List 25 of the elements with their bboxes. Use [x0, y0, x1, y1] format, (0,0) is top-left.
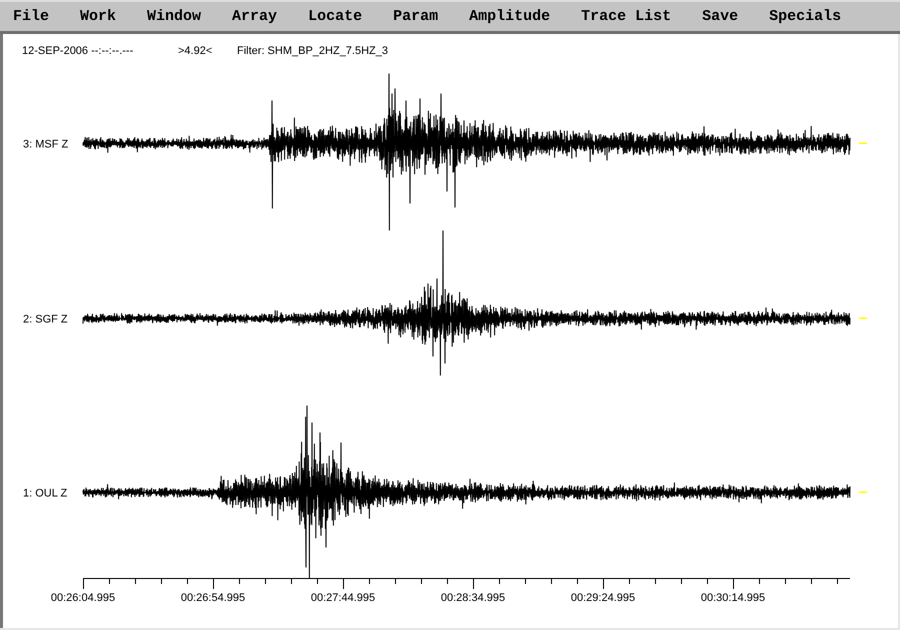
trace-marker-icon — [859, 492, 867, 493]
menu-item[interactable]: File — [7, 2, 56, 31]
time-tick-label: 00:29:24.995 — [570, 592, 636, 604]
scale-readout: >4.92< — [178, 45, 214, 57]
trace-marker-icon — [859, 318, 867, 319]
menu-item[interactable]: Array — [226, 2, 284, 31]
menu-item[interactable]: Window — [141, 2, 208, 31]
menu-item[interactable]: Specials — [763, 2, 848, 31]
menu-item[interactable]: Param — [387, 2, 444, 31]
time-tick-label: 00:28:34.995 — [440, 592, 506, 604]
time-tick-label: 00:26:54.995 — [180, 592, 246, 604]
trace-label: 1: OUL Z — [23, 488, 68, 500]
menu-item[interactable]: Trace List — [575, 2, 678, 31]
trace-label: 2: SGF Z — [23, 314, 68, 326]
menu-item[interactable]: Locate — [302, 2, 368, 31]
menu-item[interactable]: Work — [74, 2, 122, 31]
trace-marker-icon — [859, 142, 867, 144]
time-tick-label: 00:30:14.995 — [700, 592, 766, 604]
filter-label: Filter: SHM_BP_2HZ_7.5HZ_3 — [237, 45, 388, 57]
menu-item[interactable]: Amplitude — [463, 2, 556, 31]
time-tick-label: 00:26:04.995 — [50, 592, 116, 604]
trace-label: 3: MSF Z — [23, 138, 68, 150]
date-time-text: 12-SEP-2006 --:--:--.--- — [22, 45, 134, 57]
menu-item[interactable]: Save — [696, 2, 744, 31]
time-tick-label: 00:27:44.995 — [310, 592, 376, 604]
